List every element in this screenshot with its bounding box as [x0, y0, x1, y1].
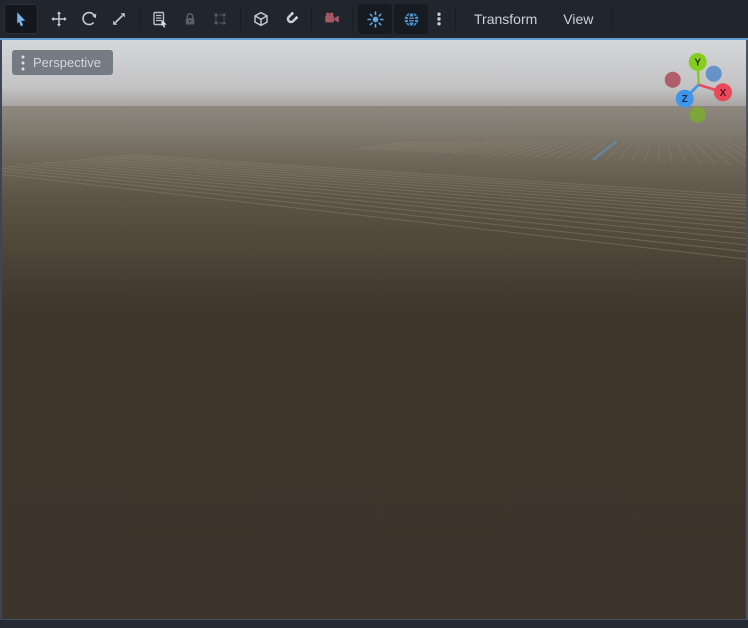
toolbar-separator — [139, 7, 140, 31]
gizmo-x-label: X — [720, 88, 727, 99]
camera-preview-icon — [324, 11, 340, 27]
horizon-fog — [2, 106, 746, 306]
rotate-tool-icon — [81, 11, 97, 27]
lock-icon — [182, 11, 198, 27]
kebab-menu-icon — [431, 11, 447, 27]
transform-menu[interactable]: Transform — [461, 4, 550, 34]
panel-bottom-edge — [0, 620, 748, 628]
group-icon — [212, 11, 228, 27]
move-tool-icon — [51, 11, 67, 27]
select-tool-button[interactable] — [4, 4, 38, 34]
local-space-cube-icon — [253, 11, 269, 27]
gizmo-neg-x-ball[interactable] — [665, 72, 681, 88]
toolbar-separator — [311, 7, 312, 31]
preview-sunlight-button[interactable] — [358, 4, 392, 34]
preview-sunlight-icon — [367, 11, 384, 28]
view-menu[interactable]: View — [550, 4, 606, 34]
list-select-button[interactable] — [145, 4, 175, 34]
extra-options-menu-button[interactable] — [428, 4, 450, 34]
snap-button[interactable] — [276, 4, 306, 34]
gizmo-y-label: Y — [694, 58, 701, 69]
group-button[interactable] — [205, 4, 235, 34]
scale-tool-icon — [111, 11, 127, 27]
scale-tool-button[interactable] — [104, 4, 134, 34]
toolbar-separator — [455, 7, 456, 31]
move-tool-button[interactable] — [44, 4, 74, 34]
list-select-icon — [152, 11, 169, 28]
view-menu-pill[interactable]: Perspective — [12, 50, 113, 75]
3d-viewport[interactable]: Perspective Y X Z — [0, 40, 748, 620]
toolbar-separator — [352, 7, 353, 31]
camera-preview-button[interactable] — [317, 4, 347, 34]
projection-label: Perspective — [33, 55, 101, 70]
gizmo-z-label: Z — [682, 94, 688, 105]
preview-environment-button[interactable] — [394, 4, 428, 34]
rotate-tool-button[interactable] — [74, 4, 104, 34]
gizmo-neg-y-ball[interactable] — [690, 107, 706, 123]
toolbar-separator — [240, 7, 241, 31]
lock-button[interactable] — [175, 4, 205, 34]
gizmo-neg-z-ball[interactable] — [706, 66, 722, 82]
sky — [2, 40, 746, 106]
orientation-gizmo[interactable]: Y X Z — [648, 40, 748, 140]
pill-kebab-icon — [20, 54, 26, 72]
preview-environment-icon — [403, 11, 420, 28]
godot-3d-viewport-panel: Transform View — [0, 0, 748, 628]
viewport-toolbar: Transform View — [0, 0, 748, 38]
toolbar-separator — [611, 7, 612, 31]
snap-magnet-icon — [283, 11, 299, 27]
select-tool-icon — [13, 11, 29, 27]
local-space-button[interactable] — [246, 4, 276, 34]
scene-canvas — [2, 40, 746, 620]
